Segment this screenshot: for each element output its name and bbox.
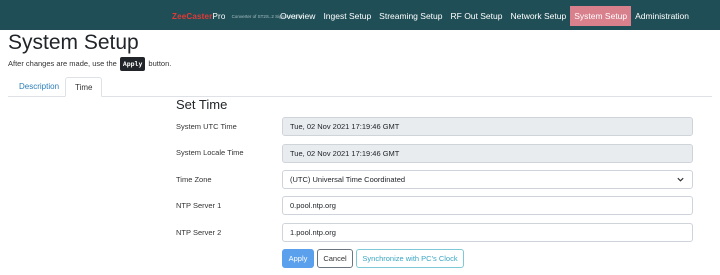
chevron-down-icon — [677, 177, 684, 182]
nav-administration[interactable]: Administration — [631, 6, 693, 26]
time-zone-label: Time Zone — [176, 175, 212, 184]
nav-rf-out-setup[interactable]: RF Out Setup — [447, 6, 507, 26]
nav-ingest-setup[interactable]: Ingest Setup — [319, 6, 375, 26]
time-zone-select[interactable]: (UTC) Universal Time Coordinated — [282, 170, 693, 189]
main-nav: Overview Ingest Setup Streaming Setup RF… — [276, 6, 693, 26]
nav-streaming-setup[interactable]: Streaming Setup — [375, 6, 446, 26]
apply-button[interactable]: Apply — [282, 249, 314, 268]
sync-pc-clock-button[interactable]: Synchronize with PC's Clock — [356, 249, 464, 268]
system-locale-time-field: Tue, 02 Nov 2021 17:19:46 GMT — [282, 144, 693, 163]
brand-logo-accent: Pro — [212, 11, 226, 21]
hint-suffix: button. — [148, 59, 172, 68]
set-time-heading: Set Time — [176, 97, 228, 112]
ntp-server-1-input[interactable]: 0.pool.ntp.org — [282, 196, 693, 215]
system-utc-time-label: System UTC Time — [176, 122, 237, 131]
brand-logo-main: ZeeCaster — [172, 11, 213, 21]
tab-time[interactable]: Time — [65, 77, 103, 97]
page-title: System Setup — [8, 31, 139, 54]
system-utc-time-field: Tue, 02 Nov 2021 17:19:46 GMT — [282, 117, 693, 136]
nav-system-setup[interactable]: System Setup — [570, 6, 632, 26]
cancel-button[interactable]: Cancel — [317, 249, 353, 268]
apply-hint: After changes are made, use the Apply bu… — [8, 57, 171, 71]
hint-prefix: After changes are made, use the — [8, 59, 117, 68]
nav-network-setup[interactable]: Network Setup — [506, 6, 570, 26]
ntp-server-1-label: NTP Server 1 — [176, 201, 222, 210]
ntp-server-2-label: NTP Server 2 — [176, 228, 222, 237]
time-zone-value: (UTC) Universal Time Coordinated — [290, 175, 406, 184]
brand-logo: ZeeCasterPro — [172, 12, 226, 21]
system-locale-time-label: System Locale Time — [176, 148, 244, 157]
nav-overview[interactable]: Overview — [276, 6, 319, 26]
ntp-server-2-input[interactable]: 1.pool.ntp.org — [282, 223, 693, 242]
tab-description[interactable]: Description — [10, 77, 68, 97]
hint-apply-kbd: Apply — [119, 57, 146, 71]
tab-bar: Description Time — [8, 77, 712, 97]
top-navbar: ZeeCasterPro Converter of ST2S..2 Signal… — [0, 0, 720, 30]
